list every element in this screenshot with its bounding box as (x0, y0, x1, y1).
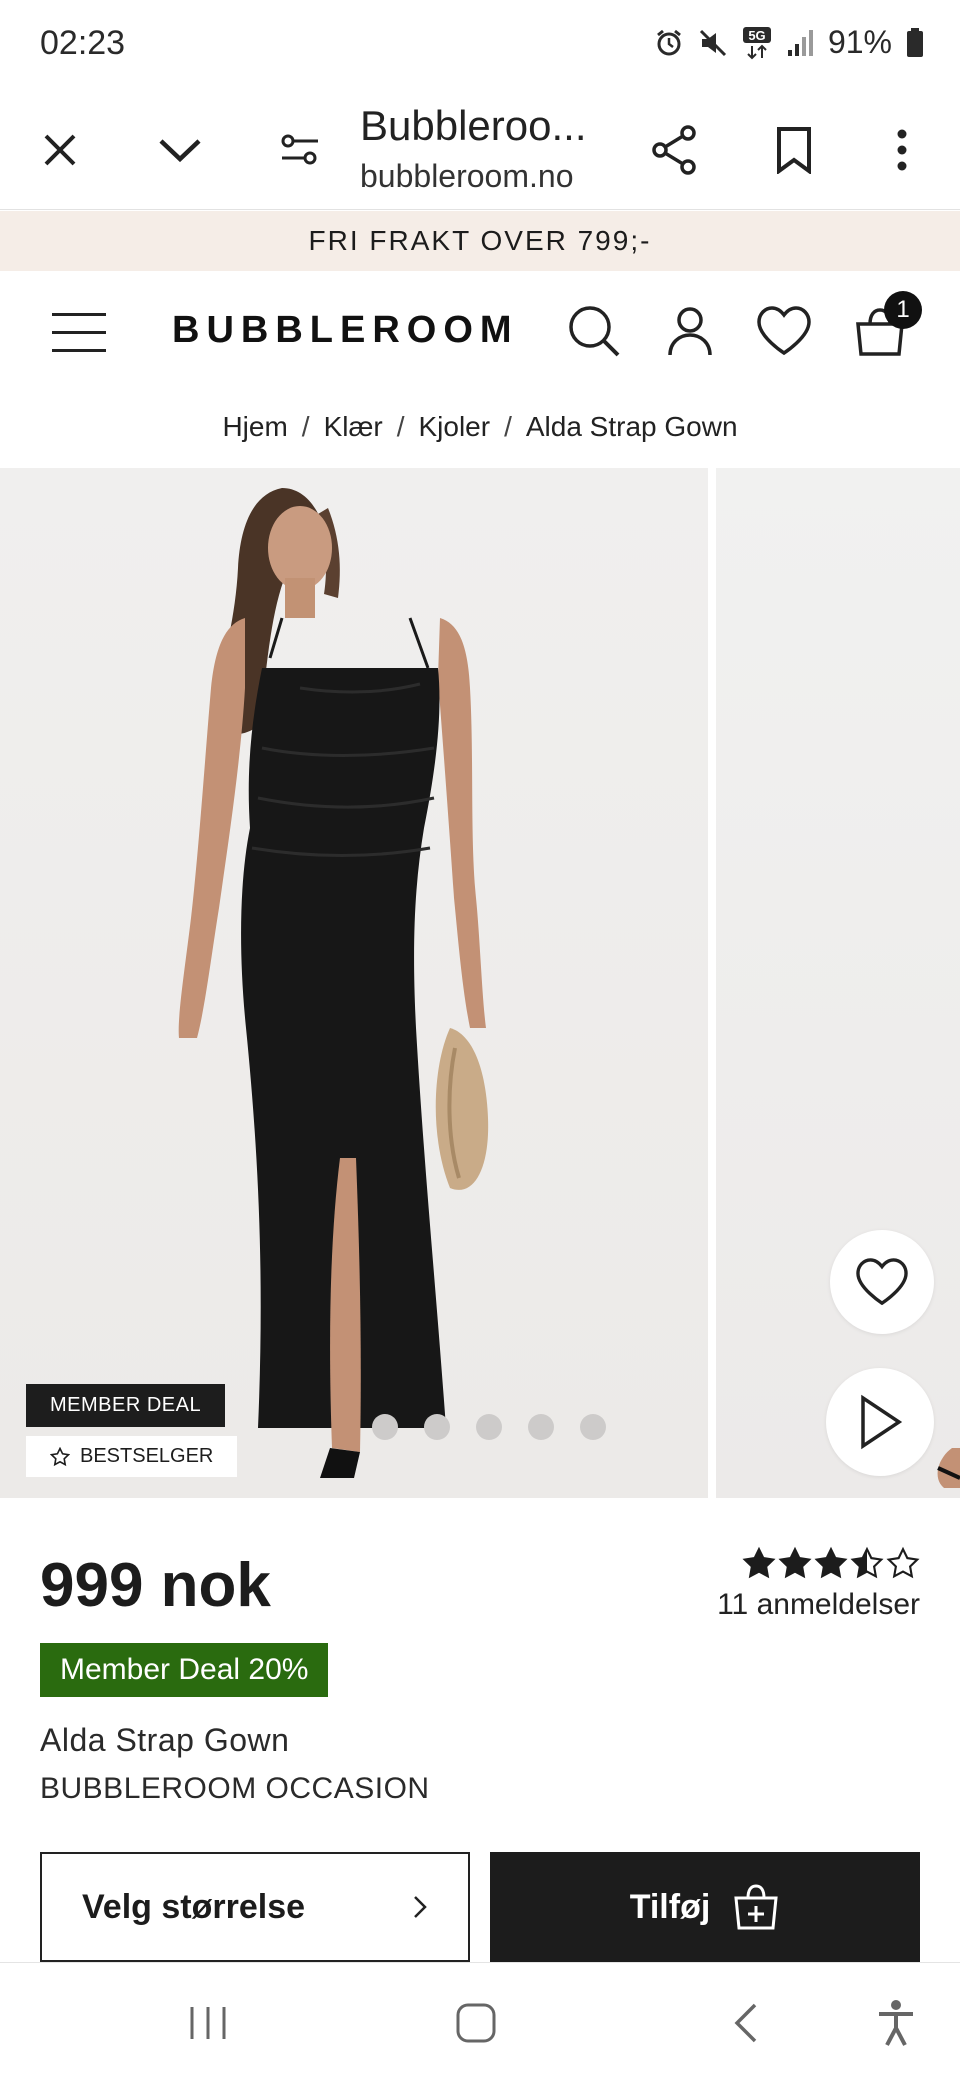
menu-icon[interactable] (52, 311, 108, 355)
star-full-icon (778, 1546, 812, 1579)
wishlist-heart-button[interactable] (830, 1230, 934, 1334)
close-icon[interactable] (22, 112, 98, 188)
mute-icon (698, 28, 728, 58)
reviews-link[interactable]: 11 anmeldelser (717, 1588, 920, 1622)
share-icon[interactable] (636, 112, 712, 188)
product-gallery[interactable]: MEMBER DEAL BESTSELGER (0, 468, 960, 1498)
gallery-dot[interactable] (476, 1414, 502, 1440)
status-bar: 02:23 5G 91% (0, 0, 960, 90)
rating-stars (717, 1546, 920, 1580)
star-empty-icon (886, 1546, 920, 1579)
site-logo[interactable]: BUBBLEROOM (172, 309, 519, 352)
url-bar[interactable]: bubbleroom.no (360, 158, 573, 195)
svg-text:5G: 5G (748, 28, 765, 43)
select-size-label: Velg størrelse (82, 1887, 306, 1926)
breadcrumb-item-clothes[interactable]: Klær (324, 411, 383, 443)
star-full-icon (814, 1546, 848, 1579)
add-to-cart-label: Tilføj (629, 1887, 711, 1926)
status-time: 02:23 (40, 24, 126, 62)
product-brand[interactable]: BUBBLEROOM OCCASION (40, 1772, 430, 1806)
home-icon[interactable] (446, 1993, 506, 2053)
gallery-dots (372, 1414, 606, 1440)
model-illustration-partial (937, 1448, 960, 1488)
bag-plus-icon (734, 1884, 778, 1930)
breadcrumb-item-current: Alda Strap Gown (525, 411, 738, 442)
member-deal-badge: MEMBER DEAL (26, 1384, 226, 1427)
product-photo-main[interactable]: MEMBER DEAL BESTSELGER (0, 468, 708, 1498)
breadcrumb-separator: / (396, 411, 405, 442)
select-size-button[interactable]: Velg størrelse (40, 1852, 470, 1962)
alarm-icon (654, 28, 684, 58)
bestseller-badge: BESTSELGER (26, 1436, 238, 1477)
product-rating[interactable]: 11 anmeldelser (717, 1546, 920, 1622)
gallery-dot[interactable] (372, 1414, 398, 1440)
model-illustration (178, 488, 489, 1478)
battery-level: 91% (827, 24, 892, 60)
add-to-cart-button[interactable]: Tilføj (490, 1852, 920, 1962)
product-photo-next[interactable] (716, 468, 960, 1498)
more-icon[interactable] (864, 112, 940, 188)
breadcrumb: Hjem / Klær / Kjoler / Alda Strap Gown (0, 402, 960, 452)
recent-apps-icon[interactable] (178, 1993, 238, 2053)
star-outline-icon (50, 1446, 70, 1466)
play-icon (861, 1394, 903, 1450)
cart-count-badge: 1 (884, 291, 922, 329)
system-nav-bar (0, 1962, 960, 2080)
signal-icon (786, 28, 814, 58)
breadcrumb-item-home[interactable]: Hjem (222, 411, 287, 443)
gallery-dot[interactable] (424, 1414, 450, 1440)
cart-icon[interactable]: 1 (848, 291, 922, 363)
chevron-right-icon (414, 1896, 427, 1918)
5g-icon: 5G (742, 26, 772, 60)
back-icon[interactable] (716, 1993, 776, 2053)
search-icon[interactable] (562, 299, 626, 363)
browser-toolbar: Bubbleroo... bubbleroom.no (0, 90, 960, 210)
site-header: BUBBLEROOM 1 (0, 271, 960, 397)
product-name: Alda Strap Gown (40, 1722, 290, 1758)
bestseller-label: BESTSELGER (80, 1445, 214, 1467)
breadcrumb-separator: / (504, 411, 512, 442)
wishlist-icon[interactable] (752, 299, 816, 363)
status-icons: 5G 91% (654, 24, 924, 61)
member-deal-tag: Member Deal 20% (40, 1643, 329, 1697)
account-icon[interactable] (658, 299, 722, 363)
breadcrumb-item-dresses[interactable]: Kjoler (418, 411, 490, 443)
star-half-icon (850, 1546, 884, 1579)
breadcrumb-separator: / (301, 411, 310, 442)
page-settings-icon[interactable] (262, 112, 338, 188)
gallery-dot[interactable] (580, 1414, 606, 1440)
product-price: 999 nok (40, 1551, 271, 1620)
play-video-button[interactable] (826, 1368, 934, 1476)
page-title: Bubbleroo... (360, 102, 587, 149)
accessibility-icon[interactable] (866, 1993, 926, 2053)
star-full-icon (742, 1546, 776, 1579)
bookmark-icon[interactable] (756, 112, 832, 188)
heart-icon (856, 1258, 908, 1306)
chevron-down-icon[interactable] (142, 112, 218, 188)
promo-banner: FRI FRAKT OVER 799;- (0, 211, 960, 271)
battery-icon (906, 27, 924, 58)
gallery-dot[interactable] (528, 1414, 554, 1440)
